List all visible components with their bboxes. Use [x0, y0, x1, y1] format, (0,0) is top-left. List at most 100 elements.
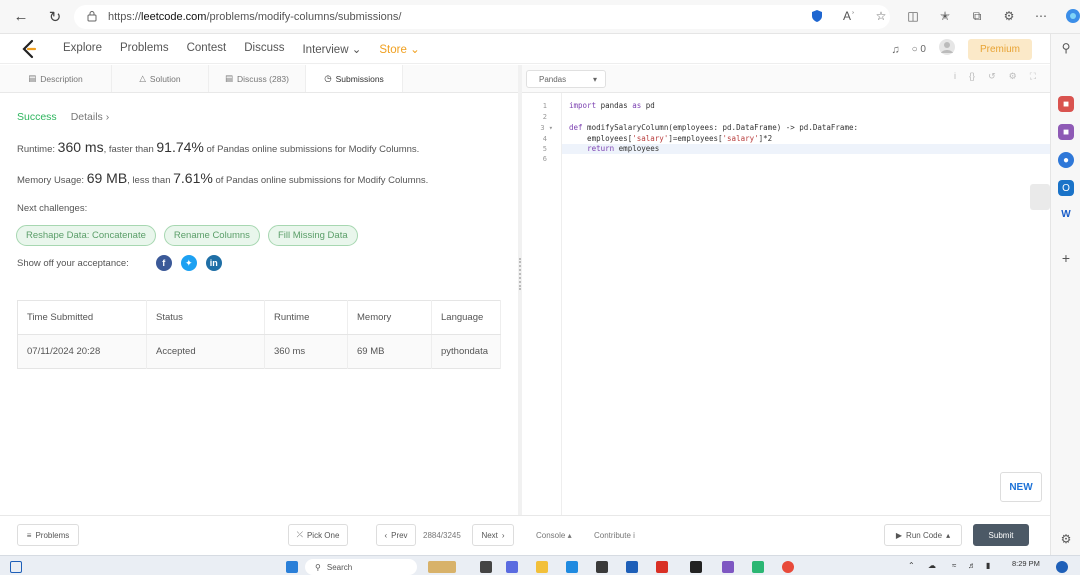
nav-contest[interactable]: Contest — [178, 42, 236, 56]
battery-icon[interactable]: ▮ — [986, 561, 990, 570]
details-link[interactable]: Details › — [71, 111, 110, 123]
fullscreen-icon[interactable]: ⛶ — [1030, 71, 1036, 82]
console-label: Console — [536, 531, 566, 540]
app-icon[interactable] — [626, 561, 638, 573]
nav-store[interactable]: Store ⌄ — [370, 42, 428, 56]
status-cell[interactable]: Accepted — [146, 334, 265, 369]
app-root: ← ↻ https://leetcode.com/problems/modify… — [0, 0, 1080, 575]
challenge-chip[interactable]: Reshape Data: Concatenate — [16, 225, 156, 246]
language-select[interactable]: Pandas ▾ — [526, 70, 606, 88]
header-right: ♫ ○ 0 Premium — [891, 38, 1032, 61]
cloud-icon[interactable]: ☁ — [928, 561, 936, 570]
outlook-icon[interactable]: O — [1058, 180, 1074, 196]
tab-submissions[interactable]: ◷ Submissions — [306, 65, 403, 92]
challenge-chip[interactable]: Rename Columns — [163, 225, 260, 246]
favorite-star-icon[interactable]: ☆ — [870, 5, 892, 27]
share-row: Show off your acceptance: f ✦ in — [17, 255, 222, 271]
leetcode-logo-icon[interactable] — [18, 38, 40, 60]
pick-one-button[interactable]: ⤫ Pick One — [288, 524, 348, 546]
word-icon[interactable]: W — [1058, 206, 1074, 222]
app-icon[interactable] — [752, 561, 764, 573]
back-arrow-icon[interactable]: ← — [6, 2, 36, 32]
tab-label: Solution — [149, 73, 181, 84]
chrome-icon[interactable] — [782, 561, 794, 573]
prev-button[interactable]: ‹ Prev — [376, 524, 416, 546]
taskbar-search[interactable]: ⚲ Search — [305, 559, 417, 575]
table-row[interactable]: 07/11/2024 20:28 Accepted 360 ms 69 MB p… — [17, 334, 501, 369]
split-screen-icon[interactable]: ◫ — [902, 5, 924, 27]
app-icon[interactable] — [722, 561, 734, 573]
windows-start-icon[interactable] — [286, 561, 298, 573]
app-icon[interactable] — [480, 561, 492, 573]
twitter-icon[interactable]: ✦ — [180, 255, 197, 271]
settings-gear-icon[interactable]: ⚙ — [1058, 531, 1074, 547]
shopping-icon[interactable]: ■ — [1058, 96, 1074, 112]
app-icon[interactable] — [690, 561, 702, 573]
editor-footer: ≡ Problems ⤫ Pick One ‹ Prev 2884/3245 Next… — [0, 515, 1050, 555]
collections-icon[interactable]: ⧉ — [966, 5, 988, 27]
info-icon[interactable]: i — [954, 71, 956, 82]
games-icon[interactable]: ■ — [1058, 124, 1074, 140]
nav-interview[interactable]: Interview ⌄ — [293, 42, 370, 56]
tools-icon[interactable]: ● — [1058, 152, 1074, 168]
file-explorer-icon[interactable] — [536, 561, 548, 573]
linkedin-icon[interactable]: in — [205, 255, 222, 271]
wifi-icon[interactable]: ≈ — [952, 561, 956, 570]
volume-icon[interactable]: ♬ — [968, 561, 976, 570]
nav-explore[interactable]: Explore — [54, 42, 111, 56]
more-icon[interactable]: ⋯ — [1030, 5, 1052, 27]
notification-icon[interactable] — [1056, 561, 1068, 573]
edge-icon[interactable] — [566, 561, 578, 573]
run-code-button[interactable]: ▶ Run Code ▴ — [884, 524, 962, 546]
search-icon[interactable]: ⚲ — [1058, 40, 1074, 56]
task-view-icon[interactable] — [10, 561, 22, 573]
store-icon[interactable] — [596, 561, 608, 573]
tab-description[interactable]: ▤ Description — [0, 65, 112, 92]
reset-icon[interactable]: ↺ — [988, 71, 996, 82]
settings-icon[interactable]: ⚙ — [1009, 71, 1017, 82]
submit-button[interactable]: Submit — [973, 524, 1029, 546]
read-aloud-icon[interactable]: Aʾ — [838, 5, 860, 27]
next-button[interactable]: Next › — [472, 524, 514, 546]
console-toggle[interactable]: Console ▴ — [536, 531, 572, 540]
favorites-icon[interactable]: ✭ — [934, 5, 956, 27]
code-line-4: employees['salary']=employees['salary']*… — [569, 134, 773, 143]
memory-line: Memory Usage: 69 MB, less than 7.61% of … — [17, 170, 428, 186]
contribute-link[interactable]: Contribute i — [594, 531, 635, 540]
reload-icon[interactable]: ↻ — [40, 2, 70, 32]
app-icon[interactable] — [506, 561, 518, 573]
challenge-chip[interactable]: Fill Missing Data — [267, 225, 358, 246]
clock-time[interactable]: 8:29 PM — [1012, 559, 1040, 568]
code-editor[interactable]: 1 2 3 ▾ 4 5 6 import pandas as pd def mo… — [522, 93, 1050, 515]
gmail-icon[interactable] — [656, 561, 668, 573]
notification-bell-icon[interactable]: ♫ — [891, 44, 899, 56]
address-bar[interactable]: https://leetcode.com/problems/modify-col… — [74, 5, 890, 29]
copilot-icon[interactable] — [1062, 5, 1080, 27]
column-header: Language — [431, 300, 501, 335]
floating-panel-icon[interactable] — [1030, 184, 1050, 210]
braces-icon[interactable]: {} — [969, 71, 975, 82]
nav-interview-label: Interview — [302, 43, 349, 56]
nav-discuss[interactable]: Discuss — [235, 42, 293, 56]
shield-icon[interactable] — [806, 5, 828, 27]
problems-button[interactable]: ≡ Problems — [17, 524, 79, 546]
document-icon: ▤ — [28, 73, 37, 83]
facebook-icon[interactable]: f — [155, 255, 172, 271]
coin-counter[interactable]: ○ 0 — [912, 44, 926, 55]
nav-problems[interactable]: Problems — [111, 42, 178, 56]
prev-label: Prev — [391, 530, 408, 540]
tab-solution[interactable]: △ Solution — [112, 65, 209, 92]
tray-chevron-icon[interactable]: ⌃ — [908, 561, 915, 570]
extensions-icon[interactable]: ⚙ — [998, 5, 1020, 27]
premium-button[interactable]: Premium — [967, 39, 1032, 60]
time-cell: 07/11/2024 20:28 — [17, 334, 147, 369]
news-widget-icon[interactable] — [428, 561, 456, 573]
splitter-handle-icon[interactable] — [519, 258, 521, 290]
problems-label: Problems — [35, 530, 70, 540]
chevron-up-icon: ▴ — [946, 530, 951, 540]
avatar[interactable] — [938, 38, 956, 61]
tab-discuss[interactable]: ▤ Discuss (283) — [209, 65, 306, 92]
add-icon[interactable]: + — [1058, 250, 1074, 266]
submissions-table: Time Submitted Status Runtime Memory Lan… — [17, 300, 501, 369]
new-badge[interactable]: NEW — [1000, 472, 1042, 502]
